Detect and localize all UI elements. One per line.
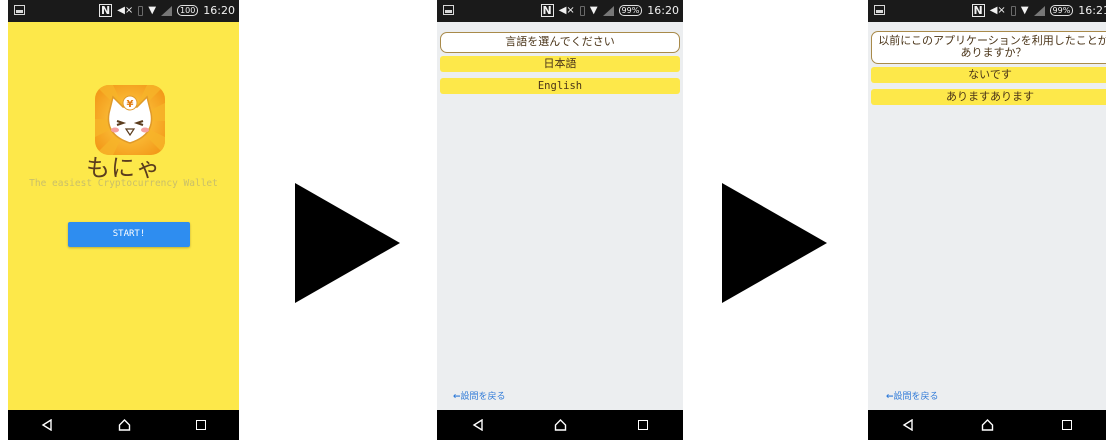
vibrate-icon: [579, 5, 585, 16]
play-arrow-icon: [722, 183, 827, 303]
recents-nav-icon[interactable]: [196, 420, 207, 430]
phone-screen-language: N ◀× ▼ 99% 16:20 言語を選んでください 日本語 English …: [437, 0, 683, 440]
image-icon: [874, 5, 885, 15]
vibrate-icon: [138, 5, 144, 16]
arrow-left-icon: ←: [886, 392, 894, 402]
back-question-label: 設問を戻る: [893, 392, 939, 402]
recents-nav-icon[interactable]: [1062, 420, 1073, 430]
status-bar: N ◀× ▼ 99% 16:20: [437, 0, 683, 22]
clock: 16:20: [203, 4, 235, 17]
back-nav-icon[interactable]: [472, 416, 484, 435]
wifi-icon: ▼: [589, 5, 598, 16]
question-line2: ありますか？: [960, 46, 1027, 59]
clock: 16:21: [1078, 4, 1106, 17]
option-english[interactable]: English: [440, 78, 680, 94]
option-japanese[interactable]: 日本語: [440, 56, 680, 72]
nav-bar: [8, 410, 239, 440]
mute-icon: ◀×: [558, 5, 575, 16]
back-question-label: 設問を戻る: [460, 392, 506, 402]
question-box: 以前にこのアプリケーションを利用したことが ありますか？: [871, 31, 1106, 64]
vibrate-icon: [1010, 5, 1016, 16]
yen-symbol: ¥: [127, 99, 134, 110]
back-question-link[interactable]: ←設問を戻る: [886, 389, 939, 402]
battery-icon: 99%: [618, 5, 643, 16]
nav-bar: [437, 410, 683, 440]
status-bar: N ◀× ▼ 100 16:20: [8, 0, 239, 22]
image-icon: [14, 5, 25, 15]
image-icon: [443, 5, 454, 15]
arrow-left-icon: ←: [453, 392, 461, 402]
tagline: The easiest Cryptocurrency Wallet: [29, 178, 218, 189]
wifi-icon: ▼: [1020, 5, 1029, 16]
mute-icon: ◀×: [117, 5, 134, 16]
start-button[interactable]: START!: [68, 222, 190, 247]
option-yes[interactable]: ありますあります: [871, 89, 1106, 105]
home-nav-icon[interactable]: [554, 416, 567, 435]
home-nav-icon[interactable]: [981, 416, 994, 435]
status-bar: N ◀× ▼ 99% 16:21: [868, 0, 1106, 22]
battery-icon: 100: [177, 5, 199, 16]
signal-icon: [602, 5, 614, 16]
nfc-icon: N: [99, 4, 113, 17]
signal-icon: [161, 5, 173, 16]
back-nav-icon[interactable]: [902, 416, 914, 435]
signal-icon: [1033, 5, 1045, 16]
phone-screen-welcome: N ◀× ▼ 100 16:20 ¥ もにゃ The easiest Crypt…: [8, 0, 239, 440]
mute-icon: ◀×: [989, 5, 1006, 16]
back-nav-icon[interactable]: [41, 416, 53, 435]
phone-screen-previous-use: N ◀× ▼ 99% 16:21 以前にこのアプリケーションを利用したことが あ…: [868, 0, 1106, 440]
nfc-icon: N: [540, 4, 554, 17]
question-box: 言語を選んでください: [440, 32, 680, 53]
play-arrow-icon: [295, 183, 400, 303]
clock: 16:20: [647, 4, 679, 17]
nfc-icon: N: [971, 4, 985, 17]
battery-icon: 99%: [1049, 5, 1074, 16]
nav-bar: [868, 410, 1106, 440]
wifi-icon: ▼: [148, 5, 157, 16]
option-no[interactable]: ないです: [871, 67, 1106, 83]
back-question-link[interactable]: ←設問を戻る: [453, 389, 506, 402]
recents-nav-icon[interactable]: [637, 420, 648, 430]
app-logo: ¥: [95, 85, 165, 155]
home-nav-icon[interactable]: [118, 416, 131, 435]
